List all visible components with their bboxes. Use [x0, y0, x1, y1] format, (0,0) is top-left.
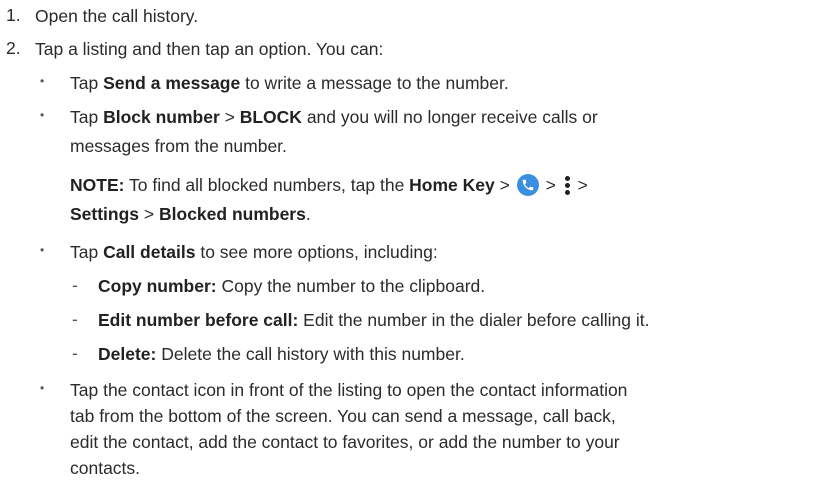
option-contact-icon-cont: contacts.	[70, 458, 141, 478]
bullet-icon: •	[40, 381, 45, 395]
dash-marker: -	[72, 275, 78, 295]
call-details-item: Delete: Delete the call history with thi…	[98, 344, 465, 364]
step-number: 1.	[6, 5, 21, 25]
option-contact-icon-cont: edit the contact, add the contact to fav…	[70, 432, 620, 452]
note-line: NOTE: To find all blocked numbers, tap t…	[70, 174, 588, 196]
option-block-number-cont: messages from the number.	[70, 136, 287, 156]
step-number: 2.	[6, 38, 21, 58]
more-options-icon	[563, 175, 571, 195]
step-text: Open the call history.	[35, 6, 199, 26]
call-details-item: Copy number: Copy the number to the clip…	[98, 276, 486, 296]
call-details-item: Edit number before call: Edit the number…	[98, 310, 650, 330]
option-contact-icon: Tap the contact icon in front of the lis…	[70, 380, 628, 400]
bullet-icon: •	[40, 243, 45, 257]
option-call-details: Tap Call details to see more options, in…	[70, 242, 438, 262]
note-line-cont: Settings > Blocked numbers.	[70, 204, 311, 224]
bullet-icon: •	[40, 74, 45, 88]
phone-icon	[516, 174, 539, 196]
option-block-number: Tap Block number > BLOCK and you will no…	[70, 107, 598, 127]
step-text: Tap a listing and then tap an option. Yo…	[35, 39, 384, 59]
bullet-icon: •	[40, 108, 45, 122]
dash-marker: -	[72, 309, 78, 329]
option-contact-icon-cont: tab from the bottom of the screen. You c…	[70, 406, 616, 426]
dash-marker: -	[72, 343, 78, 363]
option-send-message: Tap Send a message to write a message to…	[70, 73, 509, 93]
